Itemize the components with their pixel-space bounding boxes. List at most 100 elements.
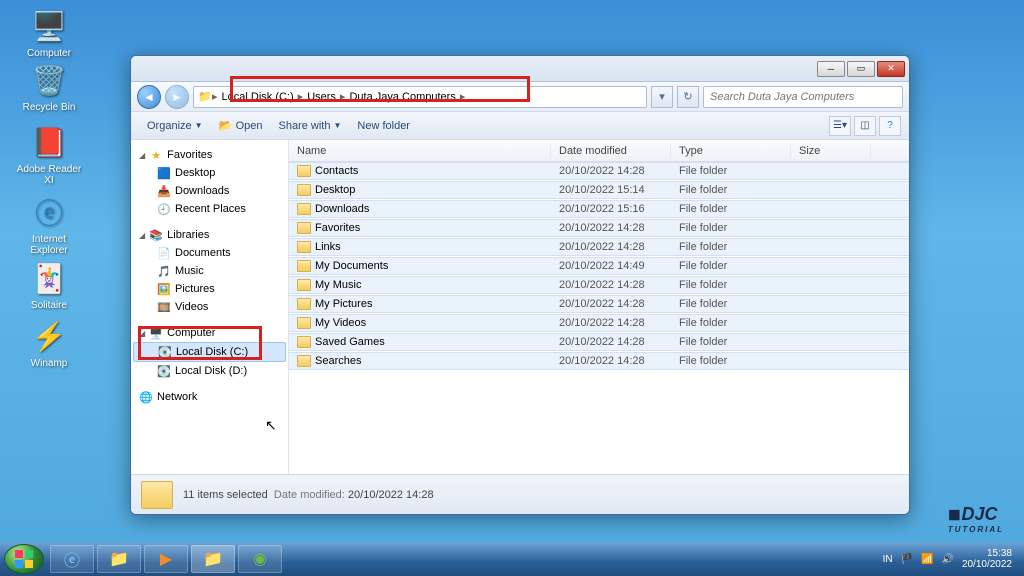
table-row[interactable]: Saved Games20/10/2022 14:28File folder	[289, 333, 909, 351]
col-type[interactable]: Type	[671, 145, 791, 157]
desktop-icon-recyclebin[interactable]: 🗑️Recycle Bin	[14, 60, 84, 113]
table-row[interactable]: My Pictures20/10/2022 14:28File folder	[289, 295, 909, 313]
folder-icon	[297, 317, 311, 329]
help-button[interactable]: ?	[879, 116, 901, 136]
folder-icon	[297, 279, 311, 291]
desktop-icon-ie[interactable]: ⓔInternet Explorer	[14, 192, 84, 256]
desktop-icon-solitaire[interactable]: 🃏Solitaire	[14, 258, 84, 311]
sidebar-item-downloads[interactable]: 📥Downloads	[131, 182, 288, 200]
tray-flag-icon[interactable]: 🏴	[901, 554, 913, 565]
cards-icon: 🃏	[29, 258, 69, 298]
address-bar[interactable]: 📁 ▸ Local Disk (C:) ▸ Users ▸ Duta Jaya …	[193, 86, 647, 108]
task-explorer-active[interactable]: 📁	[191, 545, 235, 573]
table-row[interactable]: My Documents20/10/2022 14:49File folder	[289, 257, 909, 275]
sidebar-head-libraries[interactable]: ◢📚Libraries	[131, 226, 288, 244]
tray-lang[interactable]: IN	[883, 554, 893, 565]
trash-icon: 🗑️	[29, 60, 69, 100]
file-type: File folder	[671, 260, 791, 272]
sidebar-item-pictures[interactable]: 🖼️Pictures	[131, 280, 288, 298]
file-name: My Music	[315, 279, 361, 291]
tray-clock[interactable]: 15:3820/10/2022	[962, 548, 1012, 570]
organize-button[interactable]: Organize ▼	[139, 116, 211, 136]
task-mediaplayer[interactable]: ▶	[144, 545, 188, 573]
sidebar-item-disk-d[interactable]: 💽Local Disk (D:)	[131, 362, 288, 380]
folder-icon: 📁	[198, 90, 212, 104]
file-name: Links	[315, 241, 341, 253]
network-icon: 🌐	[139, 390, 153, 404]
label: Internet Explorer	[14, 234, 84, 256]
table-row[interactable]: My Videos20/10/2022 14:28File folder	[289, 314, 909, 332]
tray-volume-icon[interactable]: 🔊	[941, 554, 953, 565]
file-name: My Pictures	[315, 298, 372, 310]
maximize-button[interactable]: ▭	[847, 61, 875, 77]
table-row[interactable]: My Music20/10/2022 14:28File folder	[289, 276, 909, 294]
sidebar-head-network[interactable]: 🌐Network	[131, 388, 288, 406]
sidebar-item-documents[interactable]: 📄Documents	[131, 244, 288, 262]
folder-icon	[297, 355, 311, 367]
music-icon: 🎵	[157, 264, 171, 278]
crumb[interactable]: Local Disk (C:)	[218, 91, 298, 103]
open-button[interactable]: 📂Open	[211, 115, 271, 137]
table-row[interactable]: Desktop20/10/2022 15:14File folder	[289, 181, 909, 199]
watermark-logo: ◆DJCTUTORIAL	[948, 504, 1004, 534]
sidebar-head-favorites[interactable]: ◢★Favorites	[131, 146, 288, 164]
sidebar-item-desktop[interactable]: 🟦Desktop	[131, 164, 288, 182]
task-camtasia[interactable]: ◉	[238, 545, 282, 573]
forward-button[interactable]: ►	[165, 85, 189, 109]
table-row[interactable]: Contacts20/10/2022 14:28File folder	[289, 162, 909, 180]
list-header: Name Date modified Type Size	[289, 140, 909, 162]
minimize-button[interactable]: ─	[817, 61, 845, 77]
down-history-button[interactable]: ▾	[651, 86, 673, 108]
titlebar[interactable]: ─ ▭ ✕	[131, 56, 909, 82]
table-row[interactable]: Favorites20/10/2022 14:28File folder	[289, 219, 909, 237]
file-date: 20/10/2022 14:28	[551, 165, 671, 177]
file-name: Contacts	[315, 165, 358, 177]
newfolder-button[interactable]: New folder	[349, 116, 418, 136]
col-name[interactable]: Name	[289, 145, 551, 157]
file-name: Downloads	[315, 203, 369, 215]
view-menu-button[interactable]: ☰▾	[829, 116, 851, 136]
file-date: 20/10/2022 14:28	[551, 355, 671, 367]
file-date: 20/10/2022 14:28	[551, 279, 671, 291]
sidebar-item-videos[interactable]: 🎞️Videos	[131, 298, 288, 316]
file-type: File folder	[671, 222, 791, 234]
col-size[interactable]: Size	[791, 145, 871, 157]
file-name: Favorites	[315, 222, 360, 234]
task-explorer[interactable]: 📁	[97, 545, 141, 573]
close-button[interactable]: ✕	[877, 61, 905, 77]
libraries-icon: 📚	[149, 228, 163, 242]
recent-icon: 🕘	[157, 202, 171, 216]
folder-icon	[297, 184, 311, 196]
folder-icon	[297, 203, 311, 215]
sidebar-item-recent[interactable]: 🕘Recent Places	[131, 200, 288, 218]
col-date[interactable]: Date modified	[551, 145, 671, 157]
crumb[interactable]: Duta Jaya Computers	[345, 91, 459, 103]
start-button[interactable]	[4, 544, 44, 574]
table-row[interactable]: Searches20/10/2022 14:28File folder	[289, 352, 909, 370]
preview-pane-button[interactable]: ◫	[854, 116, 876, 136]
refresh-button[interactable]: ↻	[677, 86, 699, 108]
file-date: 20/10/2022 14:28	[551, 241, 671, 253]
file-list: Name Date modified Type Size Contacts 20/…	[289, 140, 909, 474]
table-row[interactable]: Links20/10/2022 14:28File folder	[289, 238, 909, 256]
back-button[interactable]: ◄	[137, 85, 161, 109]
task-ie[interactable]: ⓔ	[50, 545, 94, 573]
share-button[interactable]: Share with ▼	[270, 116, 349, 136]
file-type: File folder	[671, 184, 791, 196]
desktop-icon-adobe[interactable]: 📕Adobe Reader XI	[14, 122, 84, 186]
crumb[interactable]: Users	[303, 91, 340, 103]
sidebar-item-music[interactable]: 🎵Music	[131, 262, 288, 280]
sidebar-item-disk-c[interactable]: 💽Local Disk (C:)	[133, 342, 286, 362]
search-input[interactable]	[703, 86, 903, 108]
table-row[interactable]: Downloads20/10/2022 15:16File folder	[289, 200, 909, 218]
winamp-icon: ⚡	[29, 316, 69, 356]
chevron-down-icon: ▼	[333, 121, 341, 130]
sidebar-head-computer[interactable]: ◢🖥️Computer	[131, 324, 288, 342]
tray-network-icon[interactable]: 📶	[921, 554, 933, 565]
file-type: File folder	[671, 317, 791, 329]
system-tray[interactable]: IN 🏴 📶 🔊 15:3820/10/2022	[883, 548, 1020, 570]
toolbar: Organize ▼ 📂Open Share with ▼ New folder…	[131, 112, 909, 140]
folder-icon	[297, 165, 311, 177]
desktop-icon-winamp[interactable]: ⚡Winamp	[14, 316, 84, 369]
desktop-icon-computer[interactable]: 🖥️Computer	[14, 6, 84, 59]
